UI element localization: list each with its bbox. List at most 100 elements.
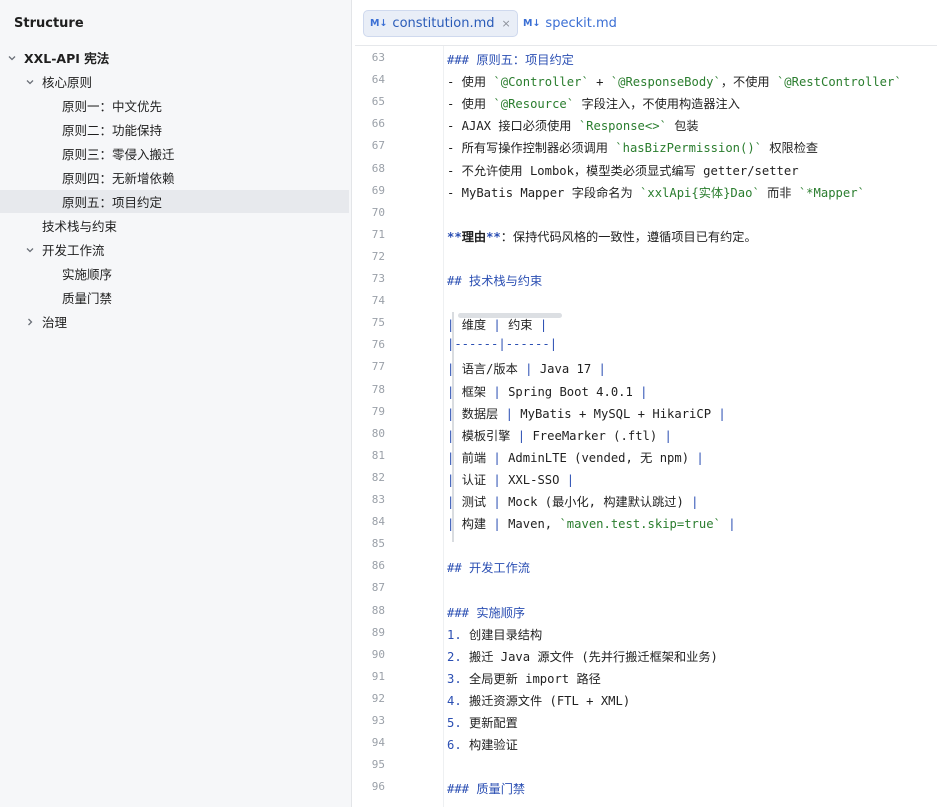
code-line[interactable]: | 前端 | AdminLTE (vended, 无 npm) | — [447, 448, 704, 466]
structure-item[interactable]: 原则三：零侵入搬迁 — [0, 142, 349, 165]
code-line[interactable]: |------|------| — [447, 337, 557, 351]
tab-label: constitution.md — [392, 16, 495, 31]
code-token: | — [728, 517, 736, 532]
line-number: 71 — [371, 227, 385, 241]
code-token: | — [447, 517, 462, 532]
chevron-right-icon[interactable] — [24, 316, 36, 328]
code-token: | — [493, 472, 509, 487]
structure-item-label: XXL-API 宪法 — [24, 51, 110, 66]
structure-item[interactable]: 原则四：无新增依赖 — [0, 166, 349, 189]
structure-panel: Structure XXL-API 宪法 核心原则 原则一：中文优先 原则二：功能保持… — [0, 0, 352, 807]
structure-item[interactable]: 开发工作流 — [0, 238, 349, 261]
code-line[interactable]: - 使用 `@Resource` 字段注入，不使用构造器注入 — [447, 94, 740, 112]
chevron-down-icon[interactable] — [24, 244, 36, 256]
structure-item-label: 原则三：零侵入搬迁 — [62, 147, 175, 162]
code-token: | — [493, 450, 509, 465]
code-line[interactable]: | 框架 | Spring Boot 4.0.1 | — [447, 382, 648, 400]
code-line[interactable]: - 不允许使用 Lombok，模型类必须显式编写 getter/setter — [447, 161, 799, 179]
close-icon[interactable]: × — [502, 17, 511, 30]
code-token: 6. — [447, 738, 462, 753]
code-token: 2. — [447, 649, 462, 664]
code-token: | — [539, 318, 548, 333]
structure-item[interactable]: 原则二：功能保持 — [0, 118, 349, 141]
code-line[interactable]: | 构建 | Maven, `maven.test.skip=true` | — [447, 514, 736, 532]
gutter-divider — [443, 46, 444, 807]
code-token: | — [696, 450, 704, 465]
chevron-down-icon[interactable] — [6, 52, 18, 64]
code-line[interactable]: | 认证 | XXL-SSO | — [447, 470, 574, 488]
structure-item-label: 原则五：项目约定 — [62, 195, 163, 210]
code-line[interactable]: - MyBatis Mapper 字段命名为 `xxlApi{实体}Dao` 而… — [447, 183, 865, 201]
code-line[interactable]: | 模板引擎 | FreeMarker (.ftl) | — [447, 426, 672, 444]
code-token: ### 原则五：项目约定 — [447, 53, 574, 67]
structure-item[interactable]: 核心原则 — [0, 70, 349, 93]
code-token: | — [447, 384, 462, 399]
code-token: 1. — [447, 627, 462, 642]
code-token: - AJAX 接口必须使用 — [447, 119, 579, 134]
code-token: 认证 — [461, 472, 494, 487]
code-token: 4. — [447, 693, 462, 708]
line-number: 77 — [371, 360, 385, 374]
code-token: `Response<>` — [578, 119, 667, 134]
tab-label: speckit.md — [545, 16, 617, 31]
code-line[interactable]: 5. 更新配置 — [447, 713, 518, 731]
code-token: XXL-SSO — [508, 472, 567, 487]
markdown-icon: M↓ — [370, 18, 388, 29]
structure-item[interactable]: 质量门禁 — [0, 286, 349, 309]
line-number: 65 — [371, 95, 385, 109]
structure-item[interactable]: 技术栈与约束 — [0, 214, 349, 237]
code-token: Mock (最小化, 构建默认跳过) — [508, 495, 692, 509]
code-token: Spring Boot 4.0.1 — [508, 384, 641, 399]
line-number: 92 — [371, 691, 385, 705]
code-token: |------|------| — [447, 337, 558, 352]
code-token: | — [493, 495, 509, 509]
code-line[interactable]: 2. 搬迁 Java 源文件 (先并行搬迁框架和业务) — [447, 647, 718, 665]
code-line[interactable]: - 所有写操作控制器必须调用 `hasBizPermission()` 权限检查 — [447, 138, 818, 156]
code-line[interactable]: 6. 构建验证 — [447, 735, 518, 753]
line-number: 83 — [371, 493, 385, 506]
code-line[interactable]: | 维度 | 约束 | — [447, 315, 547, 333]
code-line[interactable]: 3. 全局更新 import 路径 — [447, 669, 601, 687]
code-token: `xxlApi{实体}Dao` — [640, 185, 760, 200]
structure-item[interactable]: 治理 — [0, 310, 349, 333]
code-line[interactable]: **理由**：保持代码风格的一致性，遵循项目已有约定。 — [447, 227, 757, 245]
line-number: 84 — [371, 515, 385, 529]
code-line[interactable]: ## 技术栈与约束 — [447, 271, 542, 289]
structure-item-label: 原则二：功能保持 — [62, 123, 163, 138]
code-token: | — [493, 318, 509, 333]
structure-item[interactable]: 实施顺序 — [0, 262, 349, 285]
code-line[interactable]: - 使用 `@Controller` + `@ResponseBody`，不使用… — [447, 72, 902, 90]
code-token: | — [505, 406, 521, 421]
code-line[interactable]: ### 实施顺序 — [447, 603, 525, 621]
code-line[interactable]: 1. 创建目录结构 — [447, 625, 542, 643]
tab-speckit-md[interactable]: M↓ speckit.md — [517, 10, 623, 37]
code-token: | — [447, 428, 462, 443]
code-line[interactable]: ### 原则五：项目约定 — [447, 50, 574, 68]
code-token: - 所有写操作控制器必须调用 — [447, 141, 616, 156]
structure-item[interactable]: 原则一：中文优先 — [0, 94, 349, 117]
structure-item[interactable]: 原则五：项目约定 — [0, 190, 349, 213]
code-token: 创建目录结构 — [461, 627, 543, 642]
code-token: 搬迁 Java 源文件 (先并行搬迁框架和业务) — [461, 649, 718, 664]
tab-bar: M↓ constitution.md × M↓ speckit.md — [355, 0, 937, 46]
code-line[interactable]: | 数据层 | MyBatis + MySQL + HikariCP | — [447, 404, 726, 422]
code-token: Maven, — [508, 517, 560, 532]
tab-constitution-md[interactable]: M↓ constitution.md × — [363, 10, 518, 37]
code-token: 权限检查 — [762, 141, 819, 156]
code-line[interactable]: ### 质量门禁 — [447, 779, 525, 797]
code-token: - 不允许使用 Lombok，模型类必须显式编写 getter/setter — [447, 163, 799, 178]
code-line[interactable]: ## 开发工作流 — [447, 558, 530, 576]
code-token: 搬迁资源文件 (FTL + XML) — [461, 693, 631, 708]
structure-item[interactable]: XXL-API 宪法 — [0, 46, 349, 69]
line-number: 74 — [371, 294, 385, 308]
line-number: 88 — [371, 603, 385, 617]
chevron-down-icon[interactable] — [24, 76, 36, 88]
code-line[interactable]: | 语言/版本 | Java 17 | — [447, 359, 606, 377]
code-token: ** — [486, 229, 501, 244]
code-line[interactable]: 4. 搬迁资源文件 (FTL + XML) — [447, 691, 630, 709]
line-number: 72 — [371, 249, 385, 263]
code-line[interactable]: - AJAX 接口必须使用 `Response<>` 包装 — [447, 116, 699, 134]
code-token: FreeMarker (.ftl) — [532, 428, 665, 443]
structure-item-label: 实施顺序 — [62, 267, 113, 282]
code-line[interactable]: | 测试 | Mock (最小化, 构建默认跳过) | — [447, 492, 699, 510]
